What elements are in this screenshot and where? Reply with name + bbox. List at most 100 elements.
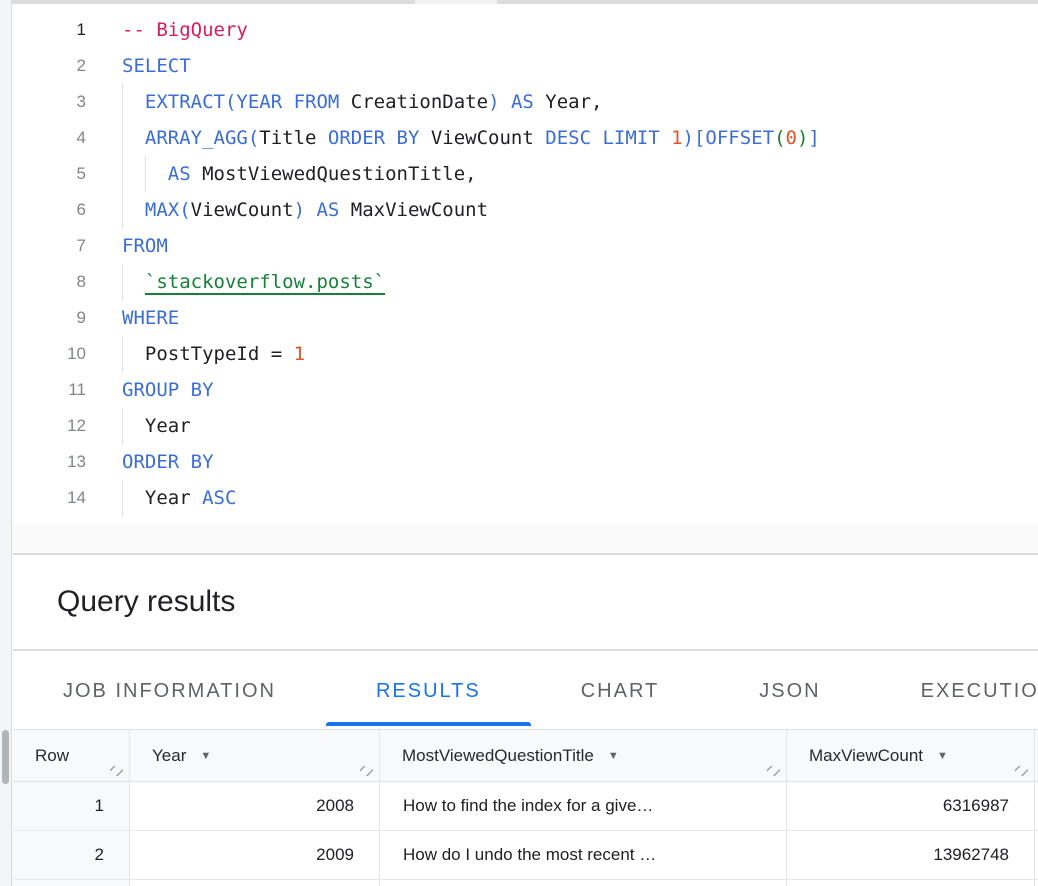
- code-token: Year,: [545, 91, 602, 113]
- cell-year: [130, 880, 380, 886]
- code-token: 1: [294, 343, 305, 365]
- code-token: ]: [808, 127, 819, 149]
- column-header-year[interactable]: Year ▼: [130, 730, 380, 781]
- tab-job-information[interactable]: JOB INFORMATION: [13, 653, 326, 729]
- code-token: ): [797, 127, 808, 149]
- line-number: 6: [13, 192, 86, 228]
- cell-maxviewcount: 6316987: [787, 782, 1035, 830]
- column-resize-handle[interactable]: [110, 766, 123, 776]
- column-header-label: MaxViewCount: [809, 746, 923, 766]
- indent-guide: [122, 408, 145, 444]
- indent-guide: [122, 192, 145, 228]
- column-resize-handle[interactable]: [360, 766, 373, 776]
- sql-editor[interactable]: 1 -- BigQuery 2 SELECT 3 EXTRACT(YEAR FROM Cr…: [13, 4, 1038, 523]
- line-number: 9: [13, 300, 86, 336]
- line-number: 1: [13, 12, 86, 48]
- code-line-text: -- BigQuery: [122, 12, 248, 48]
- line-number: 5: [13, 156, 86, 192]
- column-resize-handle[interactable]: [767, 766, 780, 776]
- tab-label: JSON: [759, 680, 820, 703]
- line-number: 2: [13, 48, 86, 84]
- active-tab-indicator: [326, 722, 531, 726]
- line-number: 4: [13, 120, 86, 156]
- results-table: RowYear▼MostViewedQuestionTitle▼MaxViewC…: [13, 730, 1038, 886]
- vertical-scrollbar-thumb[interactable]: [2, 730, 9, 784]
- code-line-text: ORDER BY: [122, 444, 214, 480]
- panel-splitter[interactable]: [13, 523, 1038, 555]
- code-token: ORDER BY: [316, 127, 430, 149]
- line-number: 11: [13, 372, 86, 408]
- code-line: 1 -- BigQuery: [13, 12, 1038, 48]
- table-row: 22009How do I undo the most recent …1396…: [13, 831, 1038, 880]
- code-token: CreationDate: [351, 91, 488, 113]
- code-line: 7 FROM: [13, 228, 1038, 264]
- indent-guide: [145, 156, 168, 192]
- code-line: 2 SELECT: [13, 48, 1038, 84]
- tab-json[interactable]: JSON: [709, 653, 870, 729]
- code-line-text: `stackoverflow.posts`: [122, 264, 385, 300]
- code-token: )[OFFSET: [683, 127, 775, 149]
- code-token: ARRAY_AGG(: [145, 127, 259, 149]
- line-number: 3: [13, 84, 86, 120]
- code-token: ViewCount: [431, 127, 534, 149]
- indent-guide: [122, 84, 145, 120]
- code-token: ASC: [202, 487, 236, 509]
- code-token: 1: [671, 127, 682, 149]
- table-row: 12008How to find the index for a give…63…: [13, 782, 1038, 831]
- code-token: -- BigQuery: [122, 19, 248, 41]
- sort-arrow-icon[interactable]: ▼: [200, 750, 211, 762]
- code-token: ViewCount: [191, 199, 294, 221]
- code-token: `stackoverflow.posts`: [145, 271, 385, 293]
- column-header-label: Year: [152, 746, 186, 766]
- code-line: 3EXTRACT(YEAR FROM CreationDate) AS Year…: [13, 84, 1038, 120]
- results-tab-bar: JOB INFORMATION RESULTS CHART JSON EXECUTION…: [13, 653, 1038, 730]
- row-number-cell: 1: [13, 782, 130, 830]
- sort-arrow-icon[interactable]: ▼: [608, 750, 619, 762]
- code-line-text: WHERE: [122, 300, 179, 336]
- left-panel-edge: [0, 0, 12, 886]
- line-number: 12: [13, 408, 86, 444]
- code-token: MaxViewCount: [351, 199, 488, 221]
- tab-execution-details[interactable]: EXECUTION DETAILS: [871, 653, 1038, 729]
- tab-label: CHART: [581, 680, 660, 703]
- code-token: ORDER BY: [122, 451, 214, 473]
- code-token: EXTRACT(YEAR FROM: [145, 91, 351, 113]
- code-line: 4 ARRAY_AGG(Title ORDER BY ViewCount DESC…: [13, 120, 1038, 156]
- cell-mostviewedquestiontitle: [380, 880, 787, 886]
- code-line-text: SELECT: [122, 48, 191, 84]
- tab-results[interactable]: RESULTS: [326, 653, 531, 729]
- cell-maxviewcount: [787, 880, 1035, 886]
- code-token: ) AS: [294, 199, 351, 221]
- code-line: 13 ORDER BY: [13, 444, 1038, 480]
- bigquery-console: 1 -- BigQuery 2 SELECT 3 EXTRACT(YEAR FROM Cr…: [0, 0, 1038, 886]
- column-header-label: Row: [35, 746, 69, 766]
- sort-arrow-icon[interactable]: ▼: [937, 750, 948, 762]
- line-number: 14: [13, 480, 86, 516]
- code-line-text: ARRAY_AGG(Title ORDER BY ViewCount DESC …: [122, 120, 820, 156]
- cell-year: 2008: [130, 782, 380, 830]
- code-line: 12Year: [13, 408, 1038, 444]
- column-header-maxviewcount[interactable]: MaxViewCount ▼: [787, 730, 1035, 781]
- code-line: 14Year ASC: [13, 480, 1038, 516]
- line-number: 13: [13, 444, 86, 480]
- code-token: WHERE: [122, 307, 179, 329]
- column-header-label: MostViewedQuestionTitle: [402, 746, 594, 766]
- column-header-mostviewedquestiontitle[interactable]: MostViewedQuestionTitle ▼: [380, 730, 787, 781]
- code-line-text: MAX(ViewCount) AS MaxViewCount: [122, 192, 488, 228]
- line-number: 7: [13, 228, 86, 264]
- code-token: MostViewedQuestionTitle,: [202, 163, 477, 185]
- column-resize-handle[interactable]: [1015, 766, 1028, 776]
- code-token: PostTypeId =: [145, 343, 294, 365]
- tab-label: EXECUTION DETAILS: [921, 680, 1038, 703]
- indent-guide: [122, 264, 145, 300]
- code-token: FROM: [122, 235, 168, 257]
- cell-mostviewedquestiontitle: How do I undo the most recent …: [380, 831, 787, 879]
- tab-chart[interactable]: CHART: [531, 653, 710, 729]
- cell-maxviewcount: 13962748: [787, 831, 1035, 879]
- code-line: 10 PostTypeId = 1: [13, 336, 1038, 372]
- cell-year: 2009: [130, 831, 380, 879]
- line-number: 8: [13, 264, 86, 300]
- code-line-text: AS MostViewedQuestionTitle,: [122, 156, 477, 192]
- tab-label: RESULTS: [376, 680, 481, 703]
- line-number: 10: [13, 336, 86, 372]
